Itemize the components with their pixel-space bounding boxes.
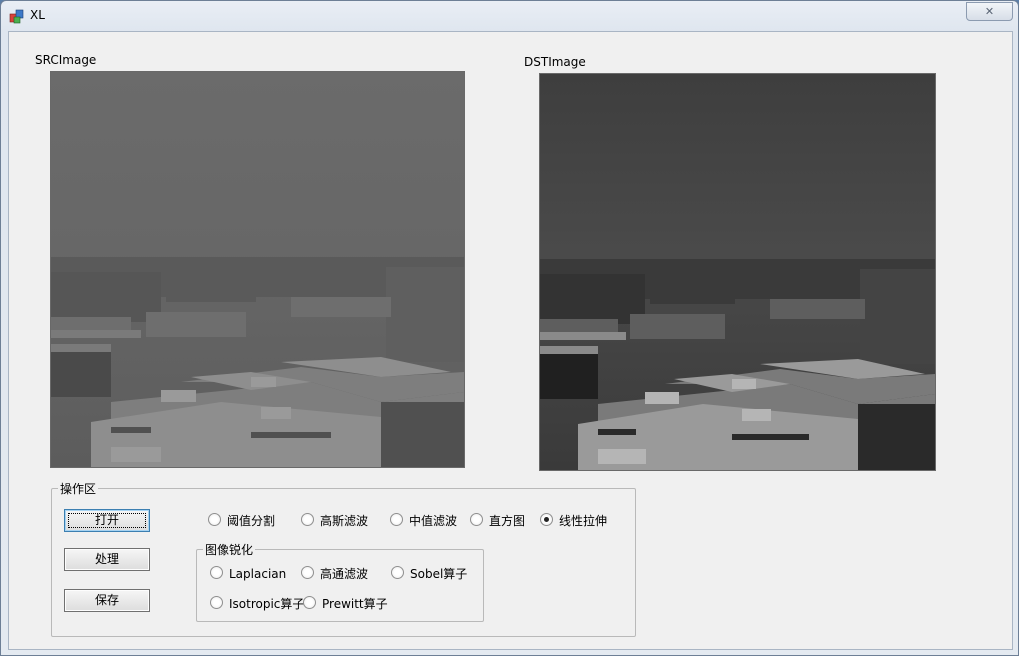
app-window: XL ✕ SRCImage DSTImage 操作区 打开 处理 保存 阈值分割… [0, 0, 1019, 656]
process-button[interactable]: 处理 [64, 548, 150, 571]
radio-linear-stretch-indicator[interactable] [540, 513, 553, 526]
radio-laplacian-indicator[interactable] [210, 566, 223, 579]
sharpen-group-title: 图像锐化 [203, 541, 256, 558]
radio-median-indicator[interactable] [390, 513, 403, 526]
sharpen-group: 图像锐化 Laplacian 高通滤波 Sobel算子 Isotropic算子 … [196, 541, 484, 622]
operations-group-title: 操作区 [58, 480, 99, 497]
radio-sobel-indicator[interactable] [391, 566, 404, 579]
operations-group: 操作区 打开 处理 保存 阈值分割 高斯滤波 中值滤波 直方图 线性拉伸 图像锐… [51, 480, 636, 637]
radio-prewitt[interactable]: Prewitt算子 [303, 596, 388, 612]
radio-prewitt-indicator[interactable] [303, 596, 316, 609]
radio-histogram[interactable]: 直方图 [470, 513, 525, 529]
radio-sobel[interactable]: Sobel算子 [391, 566, 467, 582]
close-icon: ✕ [984, 5, 995, 18]
dialog-client-area: SRCImage DSTImage 操作区 打开 处理 保存 阈值分割 高斯滤波… [8, 31, 1013, 650]
close-button[interactable]: ✕ [966, 2, 1013, 21]
dst-image-label: DSTImage [524, 55, 586, 69]
radio-highpass[interactable]: 高通滤波 [301, 566, 368, 582]
radio-median[interactable]: 中值滤波 [390, 513, 457, 529]
src-image-label: SRCImage [35, 53, 97, 67]
app-icon [9, 9, 24, 24]
radio-histogram-indicator[interactable] [470, 513, 483, 526]
radio-laplacian[interactable]: Laplacian [210, 566, 286, 582]
dst-image [539, 73, 936, 471]
save-button-label: 保存 [94, 593, 119, 607]
radio-isotropic-indicator[interactable] [210, 596, 223, 609]
save-button[interactable]: 保存 [64, 589, 150, 612]
radio-threshold[interactable]: 阈值分割 [208, 513, 275, 529]
radio-gaussian[interactable]: 高斯滤波 [301, 513, 368, 529]
title-bar[interactable]: XL ✕ [1, 1, 1018, 31]
open-button[interactable]: 打开 [64, 509, 150, 532]
radio-linear-stretch[interactable]: 线性拉伸 [540, 513, 607, 529]
process-button-label: 处理 [94, 552, 119, 566]
radio-gaussian-indicator[interactable] [301, 513, 314, 526]
radio-isotropic[interactable]: Isotropic算子 [210, 596, 304, 612]
radio-highpass-indicator[interactable] [301, 566, 314, 579]
radio-threshold-indicator[interactable] [208, 513, 221, 526]
window-title: XL [30, 8, 45, 22]
src-image [50, 71, 465, 468]
